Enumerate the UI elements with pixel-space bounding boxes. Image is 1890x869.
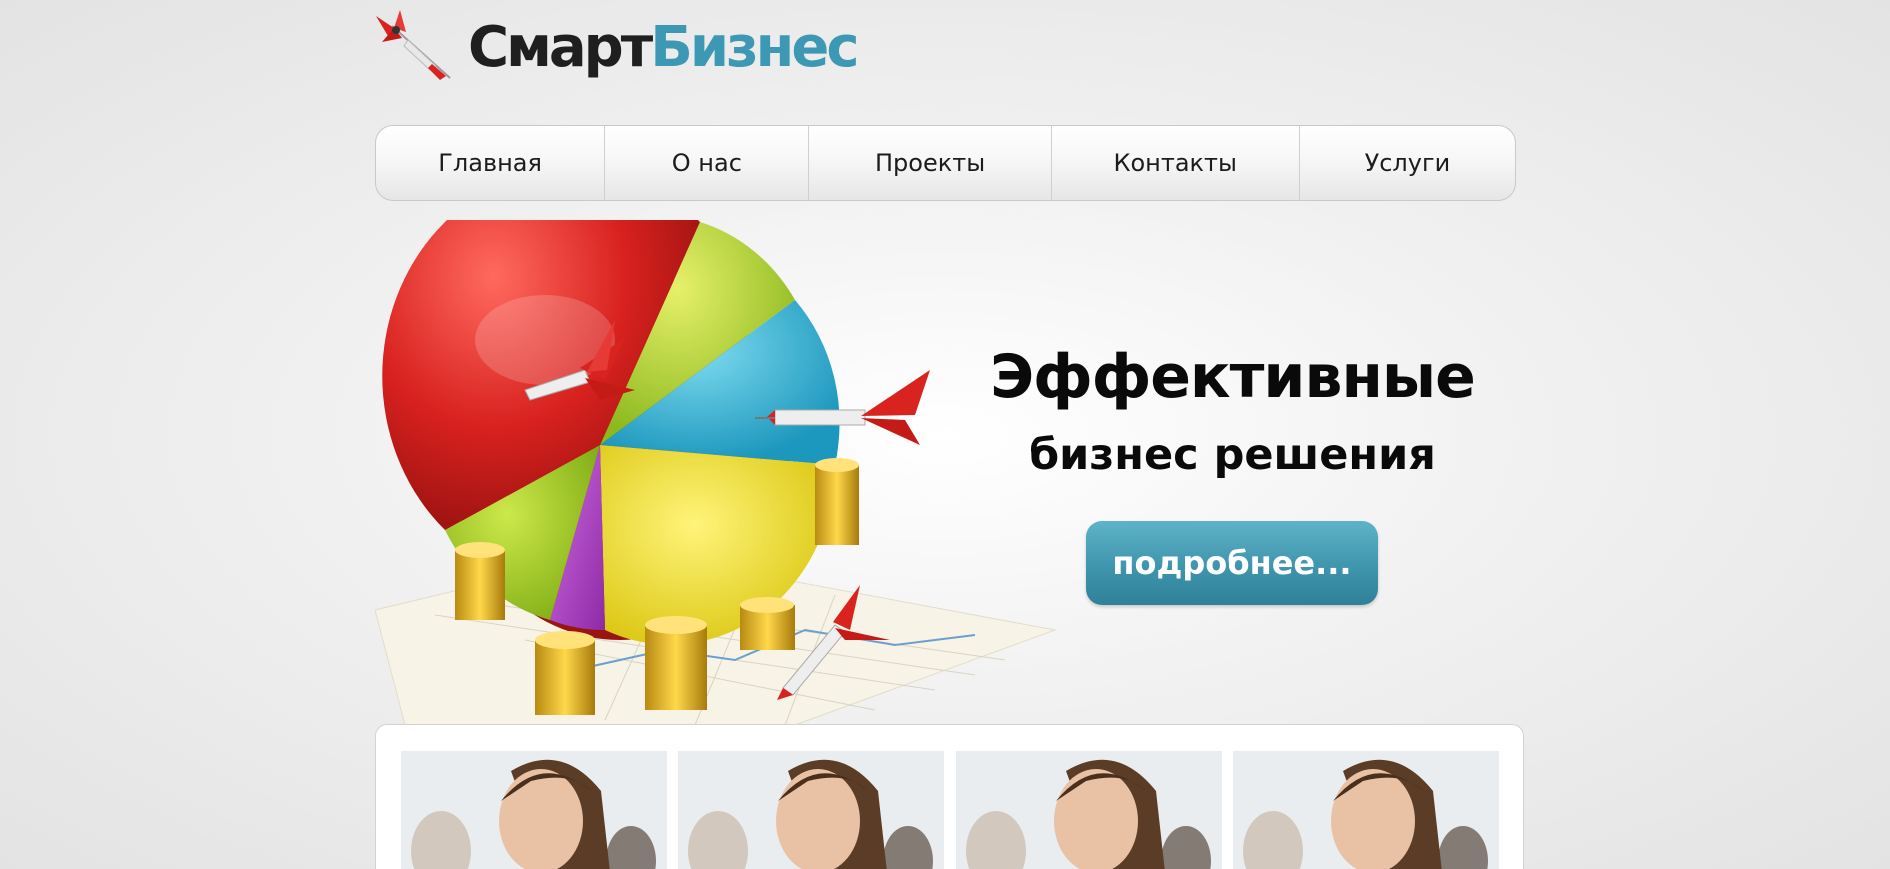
- nav-item-home[interactable]: Главная: [376, 126, 606, 200]
- hero-title: Эффективные: [990, 342, 1476, 412]
- gallery-thumb[interactable]: [956, 751, 1222, 869]
- dart-icon: [376, 10, 451, 80]
- logo-text-accent: Бизнес: [650, 15, 859, 80]
- gallery-panel: [375, 724, 1524, 869]
- main-nav: Главная О нас Проекты Контакты Услуги: [375, 125, 1516, 201]
- gallery-thumb[interactable]: [401, 751, 667, 869]
- woman-photo-image: [1233, 751, 1499, 869]
- nav-item-contacts[interactable]: Контакты: [1052, 126, 1300, 200]
- woman-photo-image: [956, 751, 1222, 869]
- nav-item-projects[interactable]: Проекты: [809, 126, 1052, 200]
- nav-item-about[interactable]: О нас: [605, 126, 810, 200]
- nav-item-services[interactable]: Услуги: [1300, 126, 1515, 200]
- logo-wordmark: СмартБизнес: [468, 12, 860, 84]
- more-button[interactable]: подробнее...: [1086, 521, 1378, 605]
- hero-subtitle: бизнес решения: [1029, 430, 1436, 480]
- gallery-thumb[interactable]: [1233, 751, 1499, 869]
- site-logo[interactable]: СмартБизнес: [372, 8, 860, 88]
- logo-text-primary: Смарт: [468, 15, 653, 80]
- woman-photo-image: [401, 751, 667, 869]
- gallery-thumb[interactable]: [678, 751, 944, 869]
- woman-photo-image: [678, 751, 944, 869]
